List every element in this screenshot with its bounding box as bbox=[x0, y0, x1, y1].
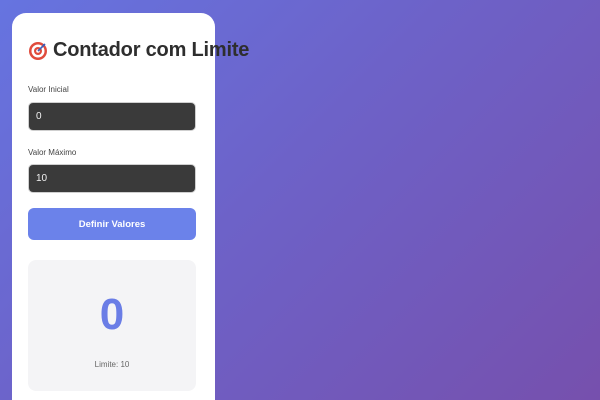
max-value-input[interactable] bbox=[28, 164, 196, 193]
target-icon bbox=[28, 41, 48, 61]
counter-display: 0 Limite: 10 bbox=[28, 260, 196, 391]
counter-value: 0 bbox=[99, 290, 125, 339]
set-values-button[interactable]: Definir Valores bbox=[28, 208, 196, 240]
initial-value-label: Valor Inicial bbox=[28, 85, 69, 94]
counter-card: Contador com Limite Valor Inicial Valor … bbox=[12, 13, 249, 400]
header: Contador com Limite bbox=[28, 39, 249, 62]
max-value-label: Valor Máximo bbox=[28, 148, 77, 157]
page-title: Contador com Limite bbox=[53, 39, 250, 61]
limit-text: Limite: 10 bbox=[94, 360, 130, 369]
initial-value-input[interactable] bbox=[28, 102, 196, 131]
